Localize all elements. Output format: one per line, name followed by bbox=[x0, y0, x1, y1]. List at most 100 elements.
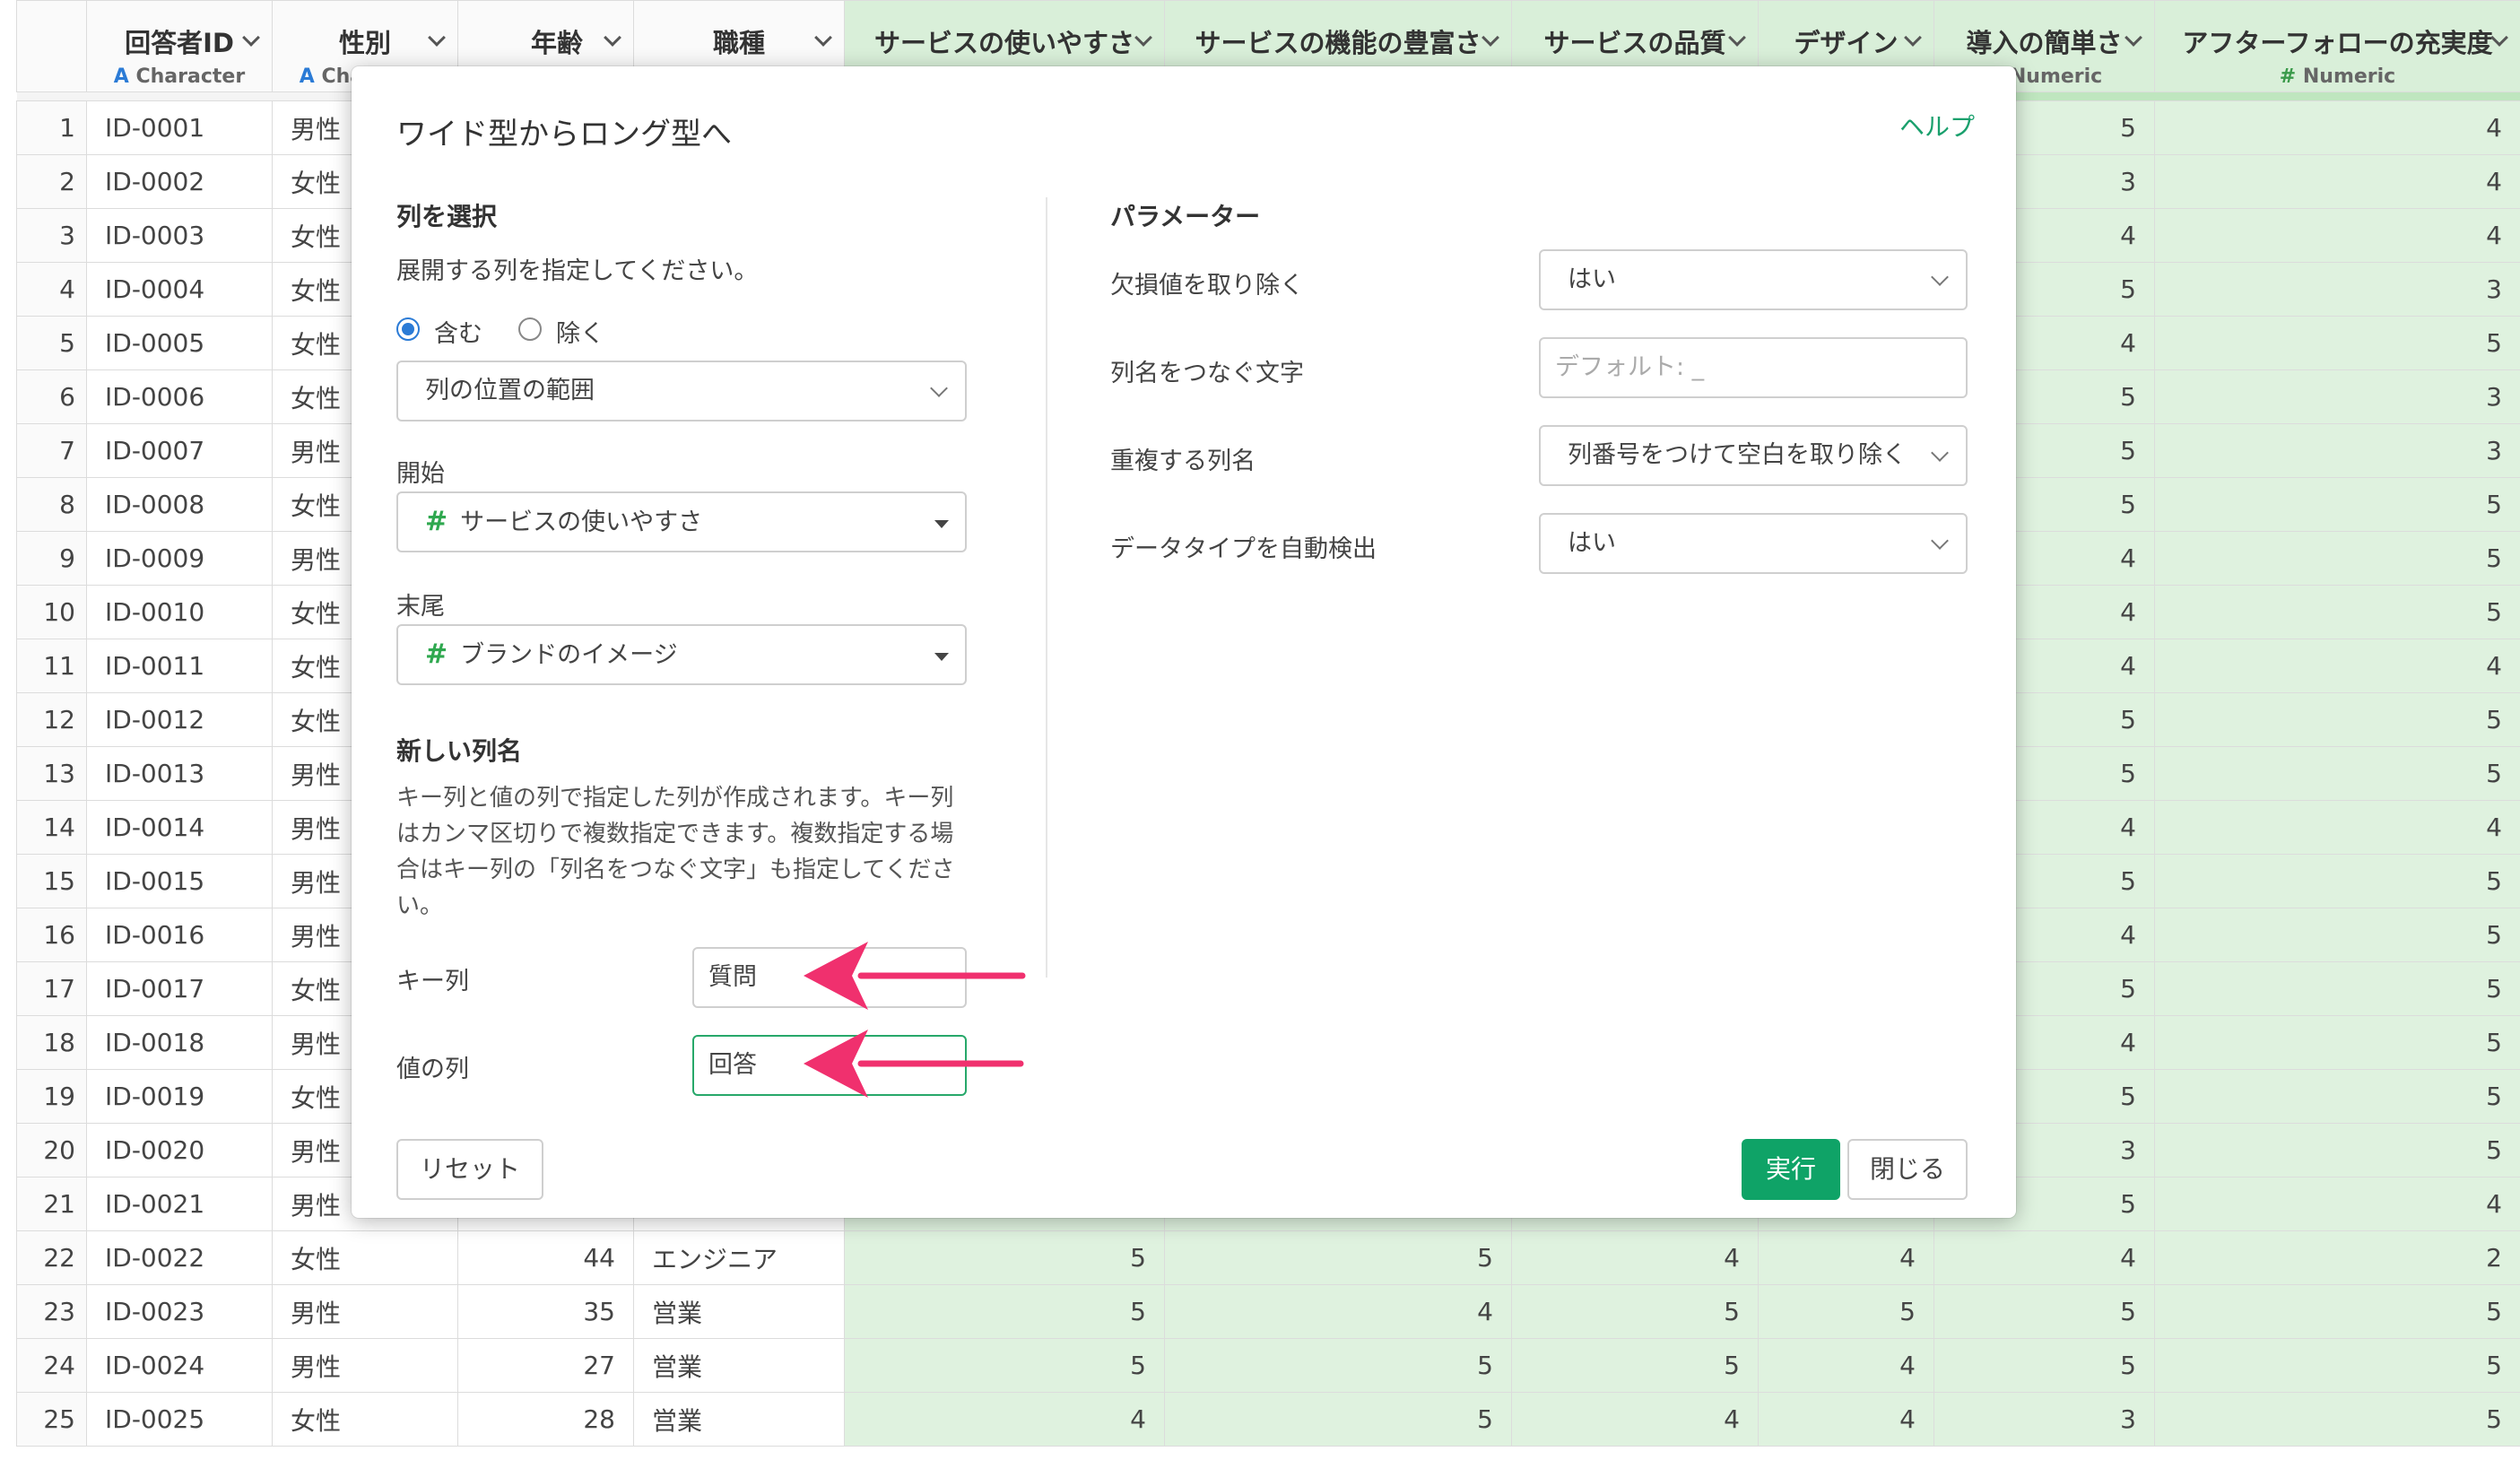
separator-input[interactable]: デフォルト: _ bbox=[1539, 337, 1968, 398]
duplicate-names-select[interactable]: 列番号をつけて空白を取り除く bbox=[1539, 425, 1968, 486]
table-cell[interactable]: 5 bbox=[2154, 477, 2520, 532]
table-cell[interactable]: 5 bbox=[844, 1338, 1165, 1393]
table-cell[interactable]: 営業 bbox=[633, 1284, 845, 1339]
table-cell[interactable]: ID-0011 bbox=[86, 639, 273, 693]
table-cell[interactable]: ID-0014 bbox=[86, 800, 273, 855]
column-header[interactable]: 回答者ID A Character bbox=[86, 0, 273, 92]
table-cell[interactable]: ID-0020 bbox=[86, 1123, 273, 1178]
row-number[interactable]: 1 bbox=[16, 100, 87, 155]
table-cell[interactable]: 3 bbox=[2154, 423, 2520, 478]
auto-detect-type-select[interactable]: はい bbox=[1539, 513, 1968, 574]
row-number[interactable]: 4 bbox=[16, 262, 87, 317]
table-cell[interactable]: 女性 bbox=[272, 1392, 458, 1447]
table-cell[interactable]: ID-0023 bbox=[86, 1284, 273, 1339]
table-cell[interactable]: 4 bbox=[2154, 208, 2520, 263]
run-button[interactable]: 実行 bbox=[1742, 1139, 1840, 1200]
end-column-select[interactable]: # ブランドのイメージ bbox=[396, 624, 967, 685]
table-cell[interactable]: ID-0024 bbox=[86, 1338, 273, 1393]
table-cell[interactable]: 5 bbox=[2154, 1392, 2520, 1447]
row-number[interactable]: 19 bbox=[16, 1069, 87, 1124]
reset-button[interactable]: リセット bbox=[396, 1139, 543, 1200]
table-cell[interactable]: 3 bbox=[2154, 369, 2520, 424]
table-cell[interactable]: 5 bbox=[2154, 1123, 2520, 1178]
table-cell[interactable]: 5 bbox=[2154, 746, 2520, 801]
table-cell[interactable]: ID-0019 bbox=[86, 1069, 273, 1124]
table-cell[interactable]: 5 bbox=[1511, 1338, 1759, 1393]
start-column-select[interactable]: # サービスの使いやすさ bbox=[396, 491, 967, 552]
exclude-radio[interactable] bbox=[518, 317, 542, 341]
table-cell[interactable]: 5 bbox=[1758, 1284, 1934, 1339]
row-number[interactable]: 23 bbox=[16, 1284, 87, 1339]
table-cell[interactable]: ID-0001 bbox=[86, 100, 273, 155]
table-cell[interactable]: 5 bbox=[2154, 1069, 2520, 1124]
table-cell[interactable]: 5 bbox=[2154, 1015, 2520, 1070]
table-cell[interactable]: ID-0012 bbox=[86, 692, 273, 747]
row-number[interactable]: 21 bbox=[16, 1177, 87, 1231]
table-cell[interactable]: 4 bbox=[2154, 1177, 2520, 1231]
table-cell[interactable]: 5 bbox=[1933, 1284, 2155, 1339]
table-cell[interactable]: ID-0022 bbox=[86, 1230, 273, 1285]
table-cell[interactable]: 5 bbox=[2154, 908, 2520, 962]
table-cell[interactable]: 44 bbox=[457, 1230, 634, 1285]
table-cell[interactable]: 5 bbox=[1164, 1392, 1512, 1447]
table-cell[interactable]: 5 bbox=[2154, 1284, 2520, 1339]
table-cell[interactable]: ID-0016 bbox=[86, 908, 273, 962]
table-cell[interactable]: 4 bbox=[2154, 154, 2520, 209]
table-cell[interactable]: ID-0006 bbox=[86, 369, 273, 424]
table-cell[interactable]: 5 bbox=[1164, 1338, 1512, 1393]
row-number[interactable]: 24 bbox=[16, 1338, 87, 1393]
table-cell[interactable]: ID-0013 bbox=[86, 746, 273, 801]
table-cell[interactable]: ID-0007 bbox=[86, 423, 273, 478]
table-cell[interactable]: 5 bbox=[2154, 854, 2520, 908]
table-cell[interactable]: 4 bbox=[1758, 1230, 1934, 1285]
table-cell[interactable]: 35 bbox=[457, 1284, 634, 1339]
row-number[interactable]: 11 bbox=[16, 639, 87, 693]
table-cell[interactable]: ID-0004 bbox=[86, 262, 273, 317]
table-cell[interactable]: ID-0017 bbox=[86, 961, 273, 1016]
row-number[interactable]: 6 bbox=[16, 369, 87, 424]
table-cell[interactable]: 28 bbox=[457, 1392, 634, 1447]
table-cell[interactable]: ID-0002 bbox=[86, 154, 273, 209]
table-cell[interactable]: 5 bbox=[1511, 1284, 1759, 1339]
table-cell[interactable]: 27 bbox=[457, 1338, 634, 1393]
include-radio-label[interactable]: 含む bbox=[434, 314, 482, 349]
remove-na-select[interactable]: はい bbox=[1539, 249, 1968, 310]
row-number[interactable]: 20 bbox=[16, 1123, 87, 1178]
table-cell[interactable]: 4 bbox=[1758, 1338, 1934, 1393]
table-cell[interactable]: 5 bbox=[2154, 585, 2520, 639]
row-number[interactable]: 25 bbox=[16, 1392, 87, 1447]
row-number[interactable]: 7 bbox=[16, 423, 87, 478]
column-header[interactable]: アフターフォローの充実度 # Numeric bbox=[2154, 0, 2520, 92]
table-cell[interactable]: 5 bbox=[844, 1284, 1165, 1339]
row-number[interactable]: 17 bbox=[16, 961, 87, 1016]
table-cell[interactable]: 5 bbox=[2154, 961, 2520, 1016]
row-number[interactable]: 18 bbox=[16, 1015, 87, 1070]
table-cell[interactable]: 営業 bbox=[633, 1338, 845, 1393]
row-number[interactable]: 22 bbox=[16, 1230, 87, 1285]
table-cell[interactable]: 4 bbox=[1511, 1392, 1759, 1447]
table-cell[interactable]: ID-0010 bbox=[86, 585, 273, 639]
table-cell[interactable]: 5 bbox=[1164, 1230, 1512, 1285]
row-number[interactable]: 5 bbox=[16, 316, 87, 370]
chevron-down-icon[interactable] bbox=[604, 29, 621, 47]
table-cell[interactable]: 4 bbox=[1933, 1230, 2155, 1285]
row-number[interactable]: 13 bbox=[16, 746, 87, 801]
table-cell[interactable]: 4 bbox=[2154, 100, 2520, 155]
table-cell[interactable]: エンジニア bbox=[633, 1230, 845, 1285]
table-cell[interactable]: 4 bbox=[844, 1392, 1165, 1447]
help-link[interactable]: ヘルプ bbox=[1899, 108, 1975, 143]
table-cell[interactable]: 5 bbox=[2154, 531, 2520, 586]
table-cell[interactable]: ID-0018 bbox=[86, 1015, 273, 1070]
table-cell[interactable]: 3 bbox=[1933, 1392, 2155, 1447]
row-number[interactable]: 3 bbox=[16, 208, 87, 263]
table-cell[interactable]: ID-0025 bbox=[86, 1392, 273, 1447]
include-radio[interactable] bbox=[396, 317, 420, 341]
table-cell[interactable]: ID-0015 bbox=[86, 854, 273, 908]
table-cell[interactable]: 2 bbox=[2154, 1230, 2520, 1285]
table-cell[interactable]: 4 bbox=[2154, 800, 2520, 855]
table-cell[interactable]: ID-0005 bbox=[86, 316, 273, 370]
table-cell[interactable]: 男性 bbox=[272, 1284, 458, 1339]
exclude-radio-label[interactable]: 除く bbox=[556, 314, 604, 349]
table-cell[interactable]: 5 bbox=[2154, 316, 2520, 370]
table-cell[interactable]: 3 bbox=[2154, 262, 2520, 317]
